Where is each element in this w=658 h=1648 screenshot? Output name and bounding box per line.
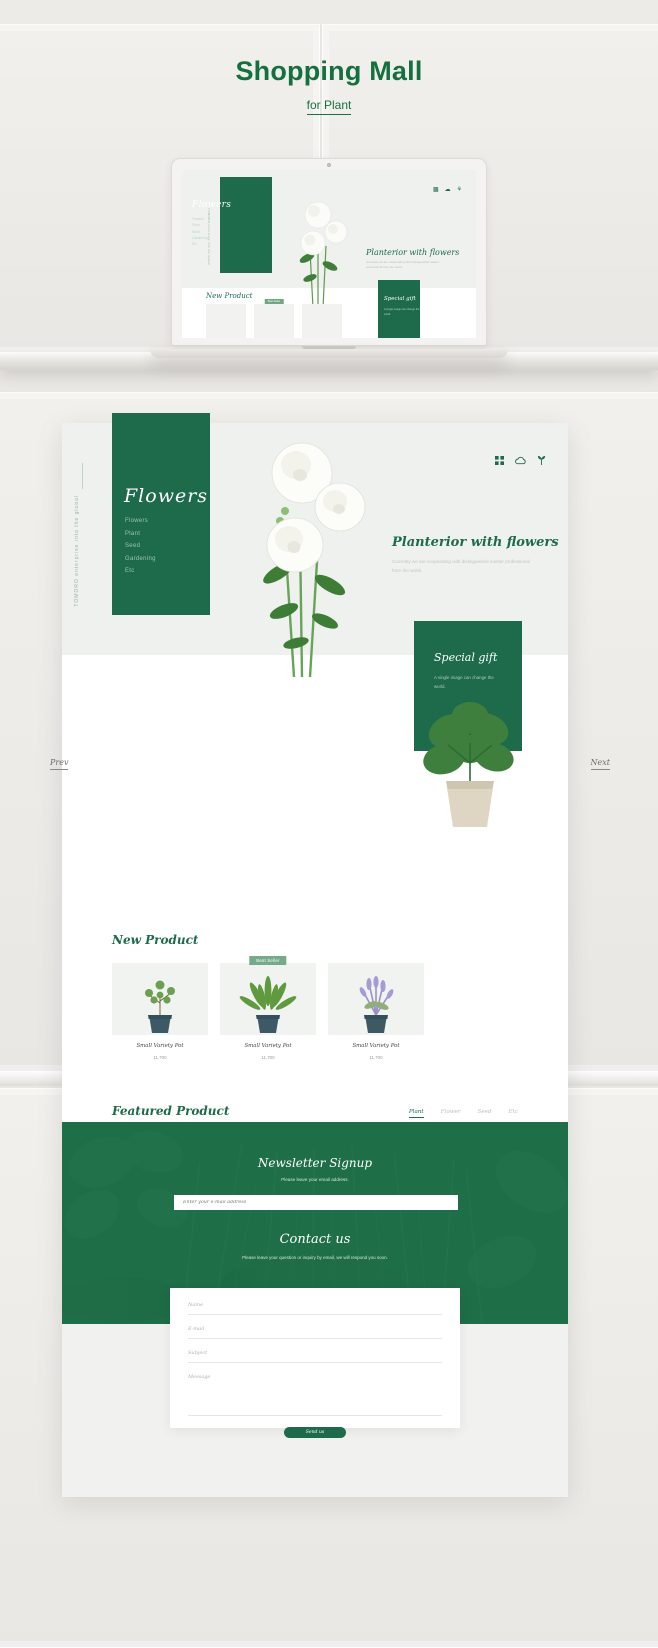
new-product-grid: Small Variety Pot 11,700 Best Seller Sma… xyxy=(112,956,518,1060)
mini-logo: Flowers xyxy=(192,200,232,210)
featured-product-tabs[interactable]: Plant Flower Seed Etc xyxy=(408,1109,518,1118)
vertical-divider xyxy=(82,463,83,489)
nav-item-etc[interactable]: Etc xyxy=(125,565,156,578)
product-name: Small Variety Pot xyxy=(244,1043,292,1049)
carousel-next-label: Next xyxy=(590,758,610,770)
gift-plant-image xyxy=(423,702,514,827)
nav-item-seed[interactable]: Seed xyxy=(125,540,156,553)
contact-subject-field[interactable]: Subject xyxy=(188,1350,442,1363)
page-subtitle-text: for Plant xyxy=(306,98,352,115)
contact-form-card: Name E-mail Subject Message Send us xyxy=(170,1288,460,1438)
laptop-lid: Flowers Flowers Plant Seed Gardening Etc… xyxy=(171,158,487,346)
product-price: 11,700 xyxy=(369,1055,383,1060)
tab-flower[interactable]: Flower xyxy=(441,1109,461,1118)
mini-page-preview: Flowers Flowers Plant Seed Gardening Etc… xyxy=(182,170,476,338)
mini-nav-item: Etc xyxy=(192,242,197,247)
new-product-section: New Product Small Variety Pot 11,700 Bes… xyxy=(62,933,568,1060)
mini-hero-paragraph: Currently we are cooperating with distin… xyxy=(366,260,440,270)
grid-icon: ▩ xyxy=(432,187,439,193)
plant-icon[interactable] xyxy=(537,455,546,465)
hero-flower-image xyxy=(263,442,366,678)
special-gift-title: Special gift xyxy=(434,651,498,664)
newsletter-subtitle: Please leave your email address. xyxy=(281,1177,349,1182)
product-name: Small Variety Pot xyxy=(352,1043,400,1049)
product-card[interactable]: Small Variety Pot 11,700 xyxy=(328,963,424,1060)
mini-product-card: Best Seller xyxy=(254,299,294,338)
contact-name-field[interactable]: Name xyxy=(188,1302,442,1315)
mini-icon-row: ▩ ☁ ⚘ xyxy=(433,186,462,193)
page-title: Shopping Mall xyxy=(235,56,423,86)
hero-heading: Planterior with flowers xyxy=(392,535,559,550)
product-price: 11,700 xyxy=(153,1055,167,1060)
contact-email-field[interactable]: E-mail xyxy=(188,1326,442,1339)
send-us-button[interactable]: Send us xyxy=(284,1427,346,1438)
nav-item-flowers[interactable]: Flowers xyxy=(125,515,156,528)
product-image xyxy=(220,963,316,1035)
mini-new-product-title: New Product xyxy=(206,292,253,300)
laptop-camera-icon xyxy=(327,163,331,167)
product-card[interactable]: Best Seller Small Variety Pot 11,700 xyxy=(220,956,316,1060)
laptop-mockup: Flowers Flowers Plant Seed Gardening Etc… xyxy=(150,158,508,358)
carousel-next-button[interactable]: Next xyxy=(590,758,610,770)
best-seller-badge: Best Seller xyxy=(249,956,287,965)
mini-best-seller-badge: Best Seller xyxy=(264,299,284,304)
mini-product-grid: Best Seller xyxy=(206,299,342,338)
contact-subtitle: Please leave your question or inquiry by… xyxy=(242,1255,388,1260)
mini-product-card xyxy=(206,304,246,338)
mini-gift-paragraph: A single image can change the world. xyxy=(384,308,420,316)
main-nav[interactable]: Flowers Plant Seed Gardening Etc xyxy=(125,515,156,578)
product-card[interactable]: Small Variety Pot 11,700 xyxy=(112,963,208,1060)
special-gift-paragraph: A single image can change the world. xyxy=(434,675,494,690)
mini-vertical-text: TOMORO enterprise into the global xyxy=(207,208,211,266)
laptop-base xyxy=(150,349,508,358)
carousel-prev-button[interactable]: Prev xyxy=(50,758,69,770)
hero-icon-row[interactable] xyxy=(495,455,546,465)
grid-icon[interactable] xyxy=(495,455,504,465)
cloud-icon[interactable] xyxy=(515,456,526,465)
potted-plant-icon xyxy=(359,976,394,1033)
mini-nav: Flowers Plant Seed Gardening Etc xyxy=(192,216,208,247)
plant-icon: ⚘ xyxy=(456,187,462,193)
mini-gift-panel: Special gift A single image can change t… xyxy=(378,280,420,338)
newsletter-title: Newsletter Signup xyxy=(257,1156,373,1170)
vertical-brand-text: TOMORO enterprise into the global xyxy=(74,495,80,607)
site-logo: Flowers xyxy=(124,485,209,507)
mini-flower-image xyxy=(299,201,348,309)
mini-hero-heading: Planterior with flowers xyxy=(366,248,460,257)
hero-paragraph: Currently we are cooperating with distin… xyxy=(392,559,530,574)
featured-product-title: Featured Product xyxy=(112,1104,230,1118)
nav-item-plant[interactable]: Plant xyxy=(125,528,156,541)
tab-plant[interactable]: Plant xyxy=(408,1109,424,1118)
nav-item-gardening[interactable]: Gardening xyxy=(125,553,156,566)
cloud-icon: ☁ xyxy=(444,187,451,193)
featured-product-header: Featured Product Plant Flower Seed Etc xyxy=(112,1104,518,1118)
mini-gift-title: Special gift xyxy=(384,296,416,302)
page-subtitle: for Plant xyxy=(0,98,658,115)
mini-green-panel xyxy=(220,177,272,273)
product-name: Small Variety Pot xyxy=(136,1043,184,1049)
potted-plant-icon xyxy=(239,976,297,1033)
hero-green-panel xyxy=(112,413,210,615)
mini-product-card xyxy=(302,304,342,338)
potted-plant-icon xyxy=(145,980,175,1033)
tab-seed[interactable]: Seed xyxy=(477,1109,491,1118)
product-image xyxy=(328,963,424,1035)
contact-message-field[interactable]: Message xyxy=(188,1374,442,1416)
newsletter-email-input[interactable] xyxy=(174,1195,458,1210)
laptop-screen: Flowers Flowers Plant Seed Gardening Etc… xyxy=(182,170,476,338)
product-image xyxy=(112,963,208,1035)
tab-etc[interactable]: Etc xyxy=(509,1109,518,1118)
product-price: 11,700 xyxy=(261,1055,275,1060)
contact-title: Contact us xyxy=(279,1232,351,1247)
new-product-title: New Product xyxy=(112,933,199,947)
carousel-prev-label: Prev xyxy=(50,758,69,770)
